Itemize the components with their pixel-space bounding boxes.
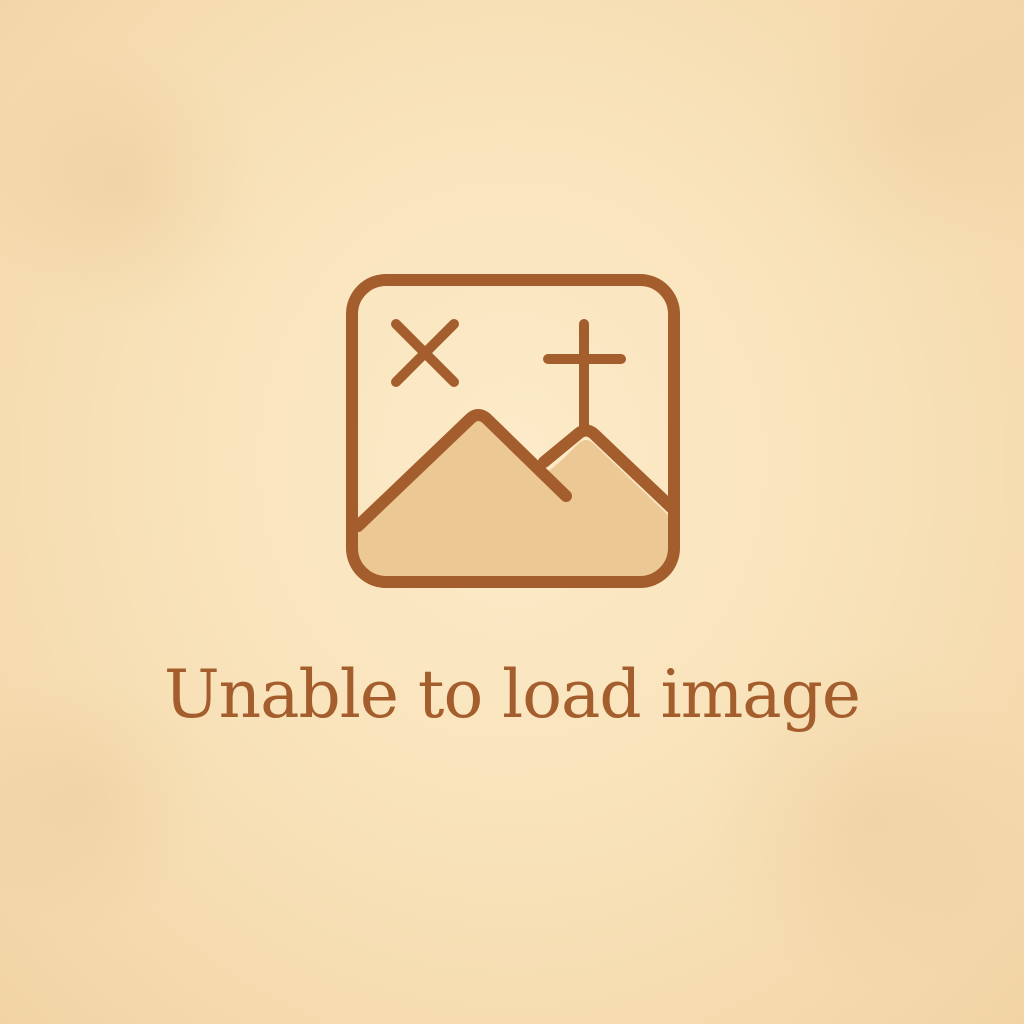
plus-icon: [543, 319, 626, 433]
image-load-error: Unable to load image: [0, 0, 1024, 1024]
broken-image-icon: [346, 274, 680, 588]
close-icon: [391, 319, 459, 387]
error-message: Unable to load image: [164, 656, 861, 733]
